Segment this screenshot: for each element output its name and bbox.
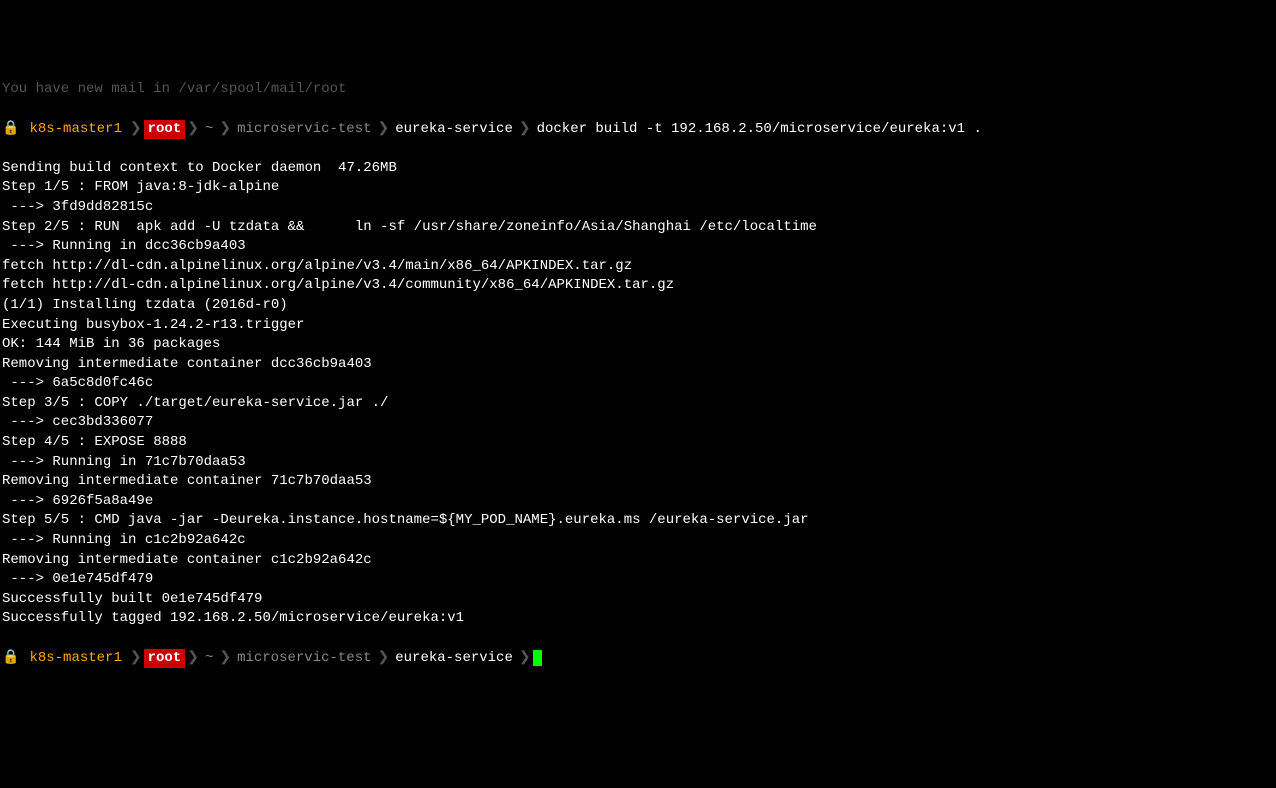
separator-icon: ❯: [130, 120, 142, 140]
path-tilde: ~: [201, 649, 217, 669]
host-segment: k8s-master1: [23, 649, 127, 669]
terminal-window[interactable]: You have new mail in /var/spool/mail/roo…: [2, 61, 1274, 688]
output-container: Sending build context to Docker daemon 4…: [2, 159, 1274, 629]
user-segment: root: [144, 649, 186, 669]
output-line: Removing intermediate container 71c7b70d…: [2, 472, 1274, 492]
separator-icon: ❯: [219, 120, 231, 140]
output-line: ---> Running in dcc36cb9a403: [2, 237, 1274, 257]
output-line: Step 5/5 : CMD java -jar -Deureka.instan…: [2, 511, 1274, 531]
separator-icon: ❯: [519, 120, 531, 140]
output-line: Step 4/5 : EXPOSE 8888: [2, 433, 1274, 453]
output-line: ---> 0e1e745df479: [2, 570, 1274, 590]
truncated-line: You have new mail in /var/spool/mail/roo…: [2, 80, 1274, 100]
prompt-line-2[interactable]: 🔒k8s-master1❯root❯~❯microservic-test❯eur…: [2, 649, 1274, 669]
output-line: Removing intermediate container dcc36cb9…: [2, 355, 1274, 375]
separator-icon: ❯: [187, 649, 199, 669]
path-segment-1: microservic-test: [233, 120, 375, 140]
user-segment: root: [144, 120, 186, 140]
cursor: [533, 650, 542, 666]
separator-icon: ❯: [378, 120, 390, 140]
output-line: fetch http://dl-cdn.alpinelinux.org/alpi…: [2, 257, 1274, 277]
output-line: (1/1) Installing tzdata (2016d-r0): [2, 296, 1274, 316]
output-line: Sending build context to Docker daemon 4…: [2, 159, 1274, 179]
output-line: ---> 6926f5a8a49e: [2, 492, 1274, 512]
output-line: fetch http://dl-cdn.alpinelinux.org/alpi…: [2, 276, 1274, 296]
path-tilde: ~: [201, 120, 217, 140]
path-segment-2: eureka-service: [391, 649, 517, 669]
output-line: Successfully tagged 192.168.2.50/microse…: [2, 609, 1274, 629]
output-line: Successfully built 0e1e745df479: [2, 590, 1274, 610]
lock-icon: 🔒: [2, 649, 19, 669]
separator-icon: ❯: [219, 649, 231, 669]
output-line: Step 2/5 : RUN apk add -U tzdata && ln -…: [2, 218, 1274, 238]
separator-icon: ❯: [378, 649, 390, 669]
output-line: Executing busybox-1.24.2-r13.trigger: [2, 316, 1274, 336]
output-line: ---> 3fd9dd82815c: [2, 198, 1274, 218]
command-text: docker build -t 192.168.2.50/microservic…: [537, 120, 982, 140]
path-segment-1: microservic-test: [233, 649, 375, 669]
output-line: Step 3/5 : COPY ./target/eureka-service.…: [2, 394, 1274, 414]
output-line: ---> cec3bd336077: [2, 413, 1274, 433]
output-line: ---> 6a5c8d0fc46c: [2, 374, 1274, 394]
output-line: Removing intermediate container c1c2b92a…: [2, 551, 1274, 571]
output-line: OK: 144 MiB in 36 packages: [2, 335, 1274, 355]
prompt-line-1: 🔒k8s-master1❯root❯~❯microservic-test❯eur…: [2, 120, 1274, 140]
separator-icon: ❯: [519, 649, 531, 669]
host-segment: k8s-master1: [23, 120, 127, 140]
output-line: Step 1/5 : FROM java:8-jdk-alpine: [2, 178, 1274, 198]
separator-icon: ❯: [130, 649, 142, 669]
path-segment-2: eureka-service: [391, 120, 517, 140]
separator-icon: ❯: [187, 120, 199, 140]
lock-icon: 🔒: [2, 120, 19, 140]
output-line: ---> Running in 71c7b70daa53: [2, 453, 1274, 473]
